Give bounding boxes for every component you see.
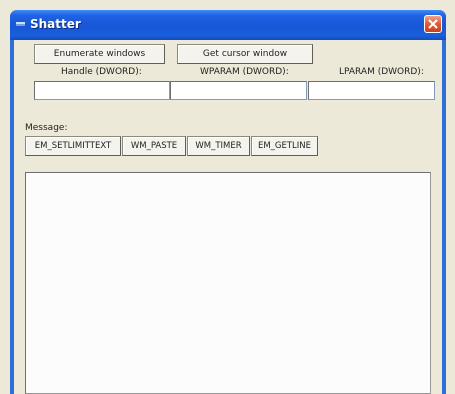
- window-client-area: Enumerate windows Get cursor window Hand…: [14, 40, 442, 394]
- shatter-window: Shatter Enumerate windows Get cursor win…: [10, 10, 446, 394]
- lparam-label: LPARAM (DWORD):: [339, 67, 424, 77]
- message-label: Message:: [25, 123, 68, 133]
- handle-input[interactable]: [34, 81, 170, 100]
- window-menu-icon[interactable]: [16, 22, 25, 24]
- wparam-label: WPARAM (DWORD):: [200, 67, 289, 77]
- output-textarea[interactable]: [25, 172, 431, 394]
- close-button[interactable]: [424, 15, 442, 33]
- message-button-em-getline[interactable]: EM_GETLINE: [251, 136, 318, 156]
- message-button-wm-timer[interactable]: WM_TIMER: [187, 136, 250, 156]
- lparam-input[interactable]: [308, 81, 435, 100]
- close-icon: [428, 19, 438, 29]
- title-bar[interactable]: Shatter: [10, 10, 446, 40]
- window-title: Shatter: [30, 17, 81, 31]
- wparam-input[interactable]: [170, 81, 307, 100]
- message-button-em-setlimittext[interactable]: EM_SETLIMITTEXT: [25, 136, 121, 156]
- handle-label: Handle (DWORD):: [61, 67, 142, 77]
- enumerate-windows-button[interactable]: Enumerate windows: [34, 44, 165, 64]
- message-button-wm-paste[interactable]: WM_PASTE: [122, 136, 186, 156]
- get-cursor-window-button[interactable]: Get cursor window: [177, 44, 313, 64]
